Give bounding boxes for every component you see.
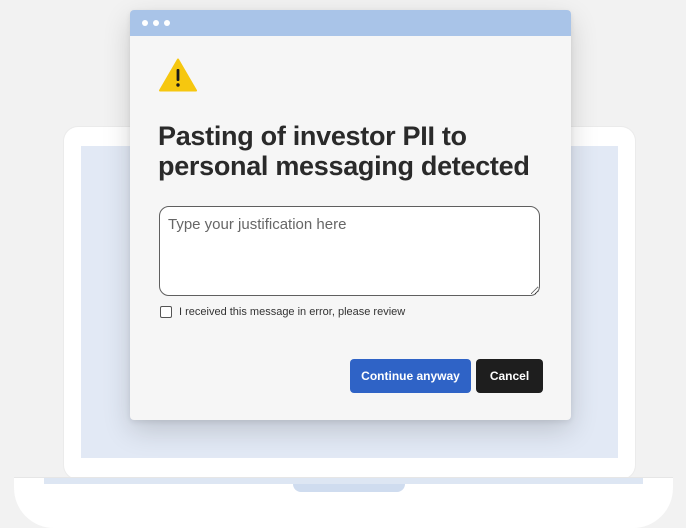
error-report-checkbox[interactable] [160,306,172,318]
window-dot [142,20,148,26]
window-titlebar [130,10,571,36]
laptop-base [14,478,673,528]
continue-anyway-button[interactable]: Continue anyway [350,359,471,393]
dlp-alert-dialog: Pasting of investor PII to personal mess… [130,10,571,420]
error-report-label: I received this message in error, please… [179,306,406,318]
justification-input[interactable] [159,206,540,296]
window-dot [164,20,170,26]
laptop-notch [293,484,405,492]
warning-icon [159,58,197,92]
window-dot [153,20,159,26]
alert-heading: Pasting of investor PII to personal mess… [158,121,530,181]
error-report-option[interactable]: I received this message in error, please… [160,306,405,318]
cancel-button[interactable]: Cancel [476,359,543,393]
